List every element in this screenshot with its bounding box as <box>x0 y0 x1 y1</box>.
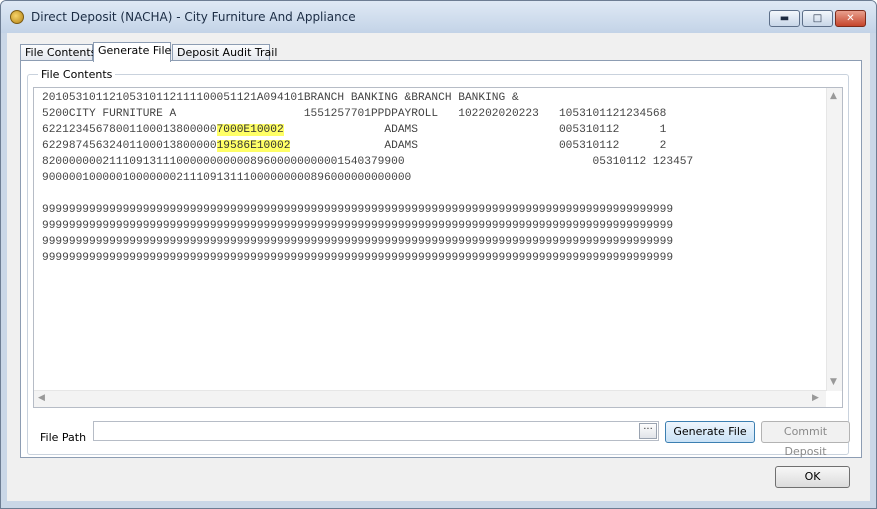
tab-deposit-audit-trail[interactable]: Deposit Audit Trail <box>172 44 277 61</box>
file-line: 5200CITY FURNITURE A 1551257701PPDPAYROL… <box>42 108 667 120</box>
vertical-scrollbar[interactable]: ▲ ▼ <box>826 88 842 391</box>
file-line: 9999999999999999999999999999999999999999… <box>42 252 674 264</box>
title-bar[interactable]: Direct Deposit (NACHA) - City Furniture … <box>1 1 876 33</box>
file-line-text: ADAMS 005310112 1 <box>283 124 667 136</box>
commit-deposit-button[interactable]: Commit Deposit <box>761 421 850 458</box>
minimize-button[interactable]: ▬ <box>769 10 800 27</box>
file-contents-text: 20105310112105310112111100051121A094101B… <box>42 90 824 390</box>
file-line: 9999999999999999999999999999999999999999… <box>42 236 674 248</box>
horizontal-scrollbar[interactable]: ◀ ▶ <box>34 390 826 407</box>
generate-file-panel: File Contents 20105310112105310112111100… <box>20 60 862 458</box>
file-line: 9999999999999999999999999999999999999999… <box>42 220 674 232</box>
file-line: 622123456780011000138000007000E10002 ADA… <box>42 122 824 138</box>
scroll-down-icon[interactable]: ▼ <box>830 378 837 387</box>
scroll-right-icon[interactable]: ▶ <box>812 394 819 403</box>
maximize-button[interactable]: □ <box>802 10 833 27</box>
tab-file-contents[interactable]: File Contents <box>20 44 96 61</box>
file-contents-textarea[interactable]: 20105310112105310112111100051121A094101B… <box>33 87 843 408</box>
file-line: 9000001000001000000021110913111000000000… <box>42 172 412 184</box>
file-line <box>42 186 824 202</box>
highlighted-amount: 7000E10002 <box>216 124 284 136</box>
file-line: 9999999999999999999999999999999999999999… <box>42 204 674 216</box>
file-line-text: ADAMS 005310112 2 <box>290 140 667 152</box>
close-button[interactable]: ✕ <box>835 10 866 27</box>
app-icon <box>10 10 24 24</box>
group-legend: File Contents <box>38 68 116 81</box>
window-title: Direct Deposit (NACHA) - City Furniture … <box>31 10 356 24</box>
generate-file-button[interactable]: Generate File <box>665 421 755 443</box>
file-path-label: File Path <box>40 431 87 444</box>
dialog-window: Direct Deposit (NACHA) - City Furniture … <box>0 0 877 509</box>
ok-button[interactable]: OK <box>775 466 850 488</box>
scroll-left-icon[interactable]: ◀ <box>38 394 45 403</box>
file-line-text: 62298745632401100013800000 <box>42 140 217 152</box>
tab-generate-file[interactable]: Generate File <box>93 42 171 62</box>
browse-button[interactable]: ··· <box>639 423 657 439</box>
file-line: 20105310112105310112111100051121A094101B… <box>42 92 519 104</box>
file-line-text: 62212345678001100013800000 <box>42 124 217 136</box>
file-line: 6229874563240110001380000019586E10002 AD… <box>42 138 824 154</box>
scroll-up-icon[interactable]: ▲ <box>830 92 837 101</box>
dialog-body: File Contents Generate File Deposit Audi… <box>7 33 870 501</box>
file-line: 8200000002111091311100000000000896000000… <box>42 156 694 168</box>
file-contents-group: File Contents 20105310112105310112111100… <box>27 68 850 458</box>
file-path-input[interactable] <box>93 421 659 441</box>
highlighted-amount: 19586E10002 <box>216 140 291 152</box>
